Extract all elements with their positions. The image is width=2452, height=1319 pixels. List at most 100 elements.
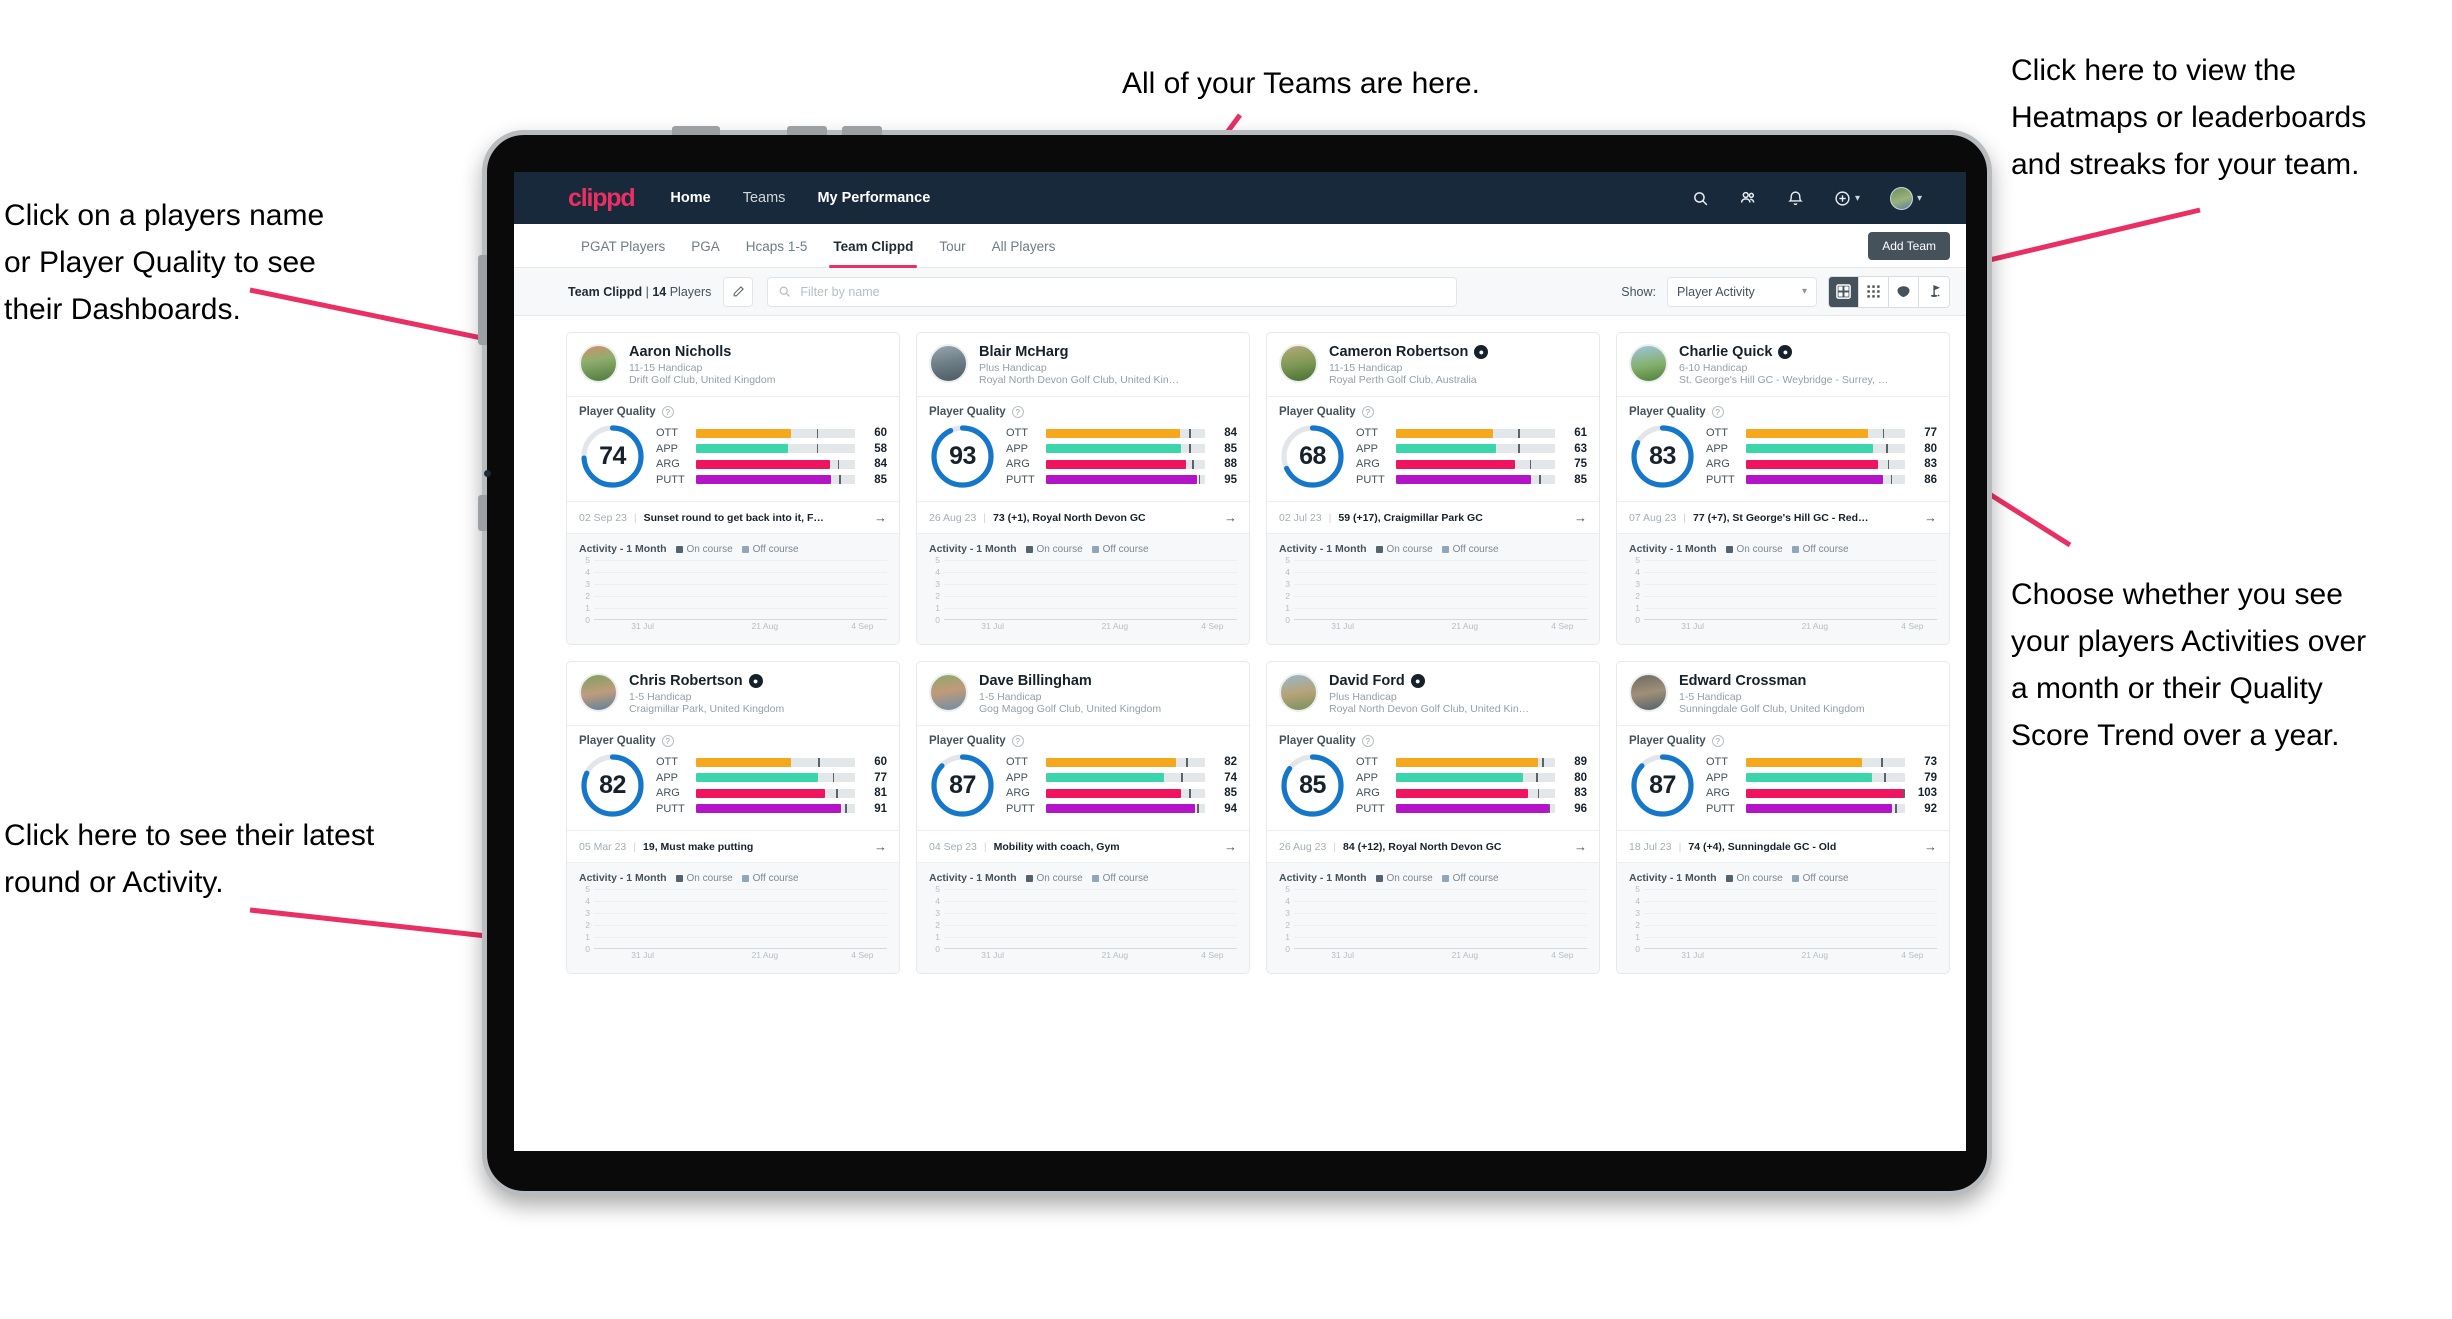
help-icon[interactable]: ? (661, 406, 674, 418)
tab-tour[interactable]: Tour (926, 224, 978, 268)
player-handicap: Plus Handicap (1329, 691, 1397, 703)
nav-link-home[interactable]: Home (670, 190, 710, 206)
player-name[interactable]: David Ford ● (1329, 673, 1529, 689)
help-icon[interactable]: ? (1711, 735, 1724, 747)
player-name[interactable]: Blair McHarg (979, 344, 1179, 360)
player-quality-gauge[interactable]: 87 (1629, 752, 1696, 819)
player-name[interactable]: Aaron Nicholls (629, 344, 775, 360)
tab-hcaps-1-5[interactable]: Hcaps 1-5 (733, 224, 821, 268)
player-header[interactable]: Cameron Robertson ● 11-15 Handicap Royal… (1267, 333, 1599, 396)
player-name[interactable]: Cameron Robertson ● (1329, 344, 1489, 360)
player-name[interactable]: Charlie Quick ● (1679, 344, 1888, 360)
latest-activity-row[interactable]: 02 Sep 23 | Sunset round to get back int… (567, 501, 899, 534)
show-select[interactable]: Player Activity ▾ (1667, 276, 1817, 307)
player-header[interactable]: Edward Crossman 1-5 Handicap Sunningdale… (1617, 662, 1949, 725)
tab-all-players[interactable]: All Players (979, 224, 1069, 268)
player-card[interactable]: Aaron Nicholls 11-15 Handicap Drift Golf… (566, 332, 900, 645)
player-quality-gauge[interactable]: 85 (1279, 752, 1346, 819)
player-quality-gauge[interactable]: 87 (929, 752, 996, 819)
metric-value: 85 (1224, 442, 1237, 455)
nav-link-teams[interactable]: Teams (743, 190, 786, 206)
player-quality-body[interactable]: 74 OTT 60 APP 58 ARG 84 PUTT 85 (567, 420, 899, 501)
help-icon[interactable]: ? (661, 735, 674, 747)
player-quality-gauge[interactable]: 93 (929, 423, 996, 490)
user-menu[interactable]: ▾ (1889, 186, 1922, 210)
search-icon[interactable] (1692, 190, 1709, 207)
latest-activity-row[interactable]: 05 Mar 23 | 19, Must make putting → (567, 830, 899, 863)
latest-activity-row[interactable]: 04 Sep 23 | Mobility with coach, Gym → (917, 830, 1249, 863)
latest-activity-row[interactable]: 26 Aug 23 | 84 (+12), Royal North Devon … (1267, 830, 1599, 863)
player-quality-body[interactable]: 93 OTT 84 APP 85 ARG 88 PUTT 95 (917, 420, 1249, 501)
latest-activity-row[interactable]: 26 Aug 23 | 73 (+1), Royal North Devon G… (917, 501, 1249, 534)
x-axis-tick: 31 Jul (981, 950, 1004, 960)
volume-button-down (842, 126, 882, 135)
player-header[interactable]: Aaron Nicholls 11-15 Handicap Drift Golf… (567, 333, 899, 396)
player-card[interactable]: David Ford ● Plus Handicap Royal North D… (1266, 661, 1600, 974)
arrow-right-icon[interactable]: → (1916, 839, 1937, 854)
latest-activity-row[interactable]: 07 Aug 23 | 77 (+7), St George's Hill GC… (1617, 501, 1949, 534)
player-quality-gauge[interactable]: 74 (579, 423, 646, 490)
metric-label: ARG (1356, 458, 1380, 471)
metric-list: OTT 89 APP 80 ARG 83 PUTT 96 (1356, 756, 1587, 815)
x-axis: 31 Jul 21 Aug 4 Sep (594, 950, 887, 963)
arrow-right-icon[interactable]: → (1216, 510, 1237, 525)
player-name[interactable]: Chris Robertson ● (629, 673, 784, 689)
player-quality-body[interactable]: 85 OTT 89 APP 80 ARG 83 PUTT 96 (1267, 749, 1599, 830)
activity-chart-panel: Activity - 1 Month On course Off course … (1267, 863, 1599, 973)
player-quality-body[interactable]: 87 OTT 73 APP 79 ARG 103 PUTT 92 (1617, 749, 1949, 830)
arrow-right-icon[interactable]: → (1566, 839, 1587, 854)
flag-icon[interactable] (1919, 276, 1949, 307)
search-input[interactable]: Filter by name (767, 276, 1458, 307)
tab-team-clippd[interactable]: Team Clippd (820, 224, 926, 268)
arrow-right-icon[interactable]: → (1216, 839, 1237, 854)
heatmap-icon[interactable] (1889, 276, 1919, 307)
player-name[interactable]: Edward Crossman (1679, 673, 1865, 689)
player-card[interactable]: Dave Billingham 1-5 Handicap Gog Magog G… (916, 661, 1250, 974)
help-icon[interactable]: ? (1361, 735, 1374, 747)
player-header[interactable]: Charlie Quick ● 6-10 Handicap St. George… (1617, 333, 1949, 396)
plus-circle-icon[interactable]: ▾ (1834, 190, 1860, 207)
help-icon[interactable]: ? (1011, 406, 1024, 418)
player-quality-gauge[interactable]: 83 (1629, 423, 1696, 490)
people-icon[interactable] (1739, 189, 1757, 207)
separator: | (1683, 511, 1687, 524)
latest-activity-row[interactable]: 18 Jul 23 | 74 (+4), Sunningdale GC - Ol… (1617, 830, 1949, 863)
player-card[interactable]: Charlie Quick ● 6-10 Handicap St. George… (1616, 332, 1950, 645)
tab-pga[interactable]: PGA (678, 224, 733, 268)
y-axis-tick: 4 (1635, 896, 1640, 906)
bell-icon[interactable] (1787, 190, 1804, 207)
player-header[interactable]: David Ford ● Plus Handicap Royal North D… (1267, 662, 1599, 725)
clippd-logo[interactable]: clippd (568, 184, 636, 213)
player-card[interactable]: Cameron Robertson ● 11-15 Handicap Royal… (1266, 332, 1600, 645)
edit-team-button[interactable] (723, 276, 754, 307)
arrow-right-icon[interactable]: → (1566, 510, 1587, 525)
player-header[interactable]: Blair McHarg Plus Handicap Royal North D… (917, 333, 1249, 396)
y-axis-tick: 2 (935, 591, 940, 601)
add-team-button[interactable]: Add Team (1868, 231, 1950, 260)
help-icon[interactable]: ? (1011, 735, 1024, 747)
player-quality-body[interactable]: 82 OTT 60 APP 77 ARG 81 PUTT 91 (567, 749, 899, 830)
player-card[interactable]: Blair McHarg Plus Handicap Royal North D… (916, 332, 1250, 645)
player-name[interactable]: Dave Billingham (979, 673, 1161, 689)
arrow-right-icon[interactable]: → (866, 839, 887, 854)
player-quality-body[interactable]: 87 OTT 82 APP 74 ARG 85 PUTT 94 (917, 749, 1249, 830)
grid-large-icon[interactable] (1829, 276, 1859, 307)
player-quality-body[interactable]: 68 OTT 61 APP 63 ARG 75 PUTT 85 (1267, 420, 1599, 501)
help-icon[interactable]: ? (1711, 406, 1724, 418)
metric-row: OTT 89 (1356, 756, 1587, 768)
player-card[interactable]: Chris Robertson ● 1-5 Handicap Craigmill… (566, 661, 900, 974)
player-quality-gauge[interactable]: 82 (579, 752, 646, 819)
player-quality-body[interactable]: 83 OTT 77 APP 80 ARG 83 PUTT 86 (1617, 420, 1949, 501)
nav-link-my-performance[interactable]: My Performance (817, 190, 930, 206)
player-header[interactable]: Dave Billingham 1-5 Handicap Gog Magog G… (917, 662, 1249, 725)
player-card[interactable]: Edward Crossman 1-5 Handicap Sunningdale… (1616, 661, 1950, 974)
player-header[interactable]: Chris Robertson ● 1-5 Handicap Craigmill… (567, 662, 899, 725)
player-quality-gauge[interactable]: 68 (1279, 423, 1346, 490)
help-icon[interactable]: ? (1361, 406, 1374, 418)
arrow-right-icon[interactable]: → (1916, 510, 1937, 525)
grid-small-icon[interactable] (1859, 276, 1889, 307)
metric-row: PUTT 96 (1356, 803, 1587, 815)
arrow-right-icon[interactable]: → (866, 510, 887, 525)
latest-activity-row[interactable]: 02 Jul 23 | 59 (+17), Craigmillar Park G… (1267, 501, 1599, 534)
tab-pgat-players[interactable]: PGAT Players (568, 224, 678, 268)
